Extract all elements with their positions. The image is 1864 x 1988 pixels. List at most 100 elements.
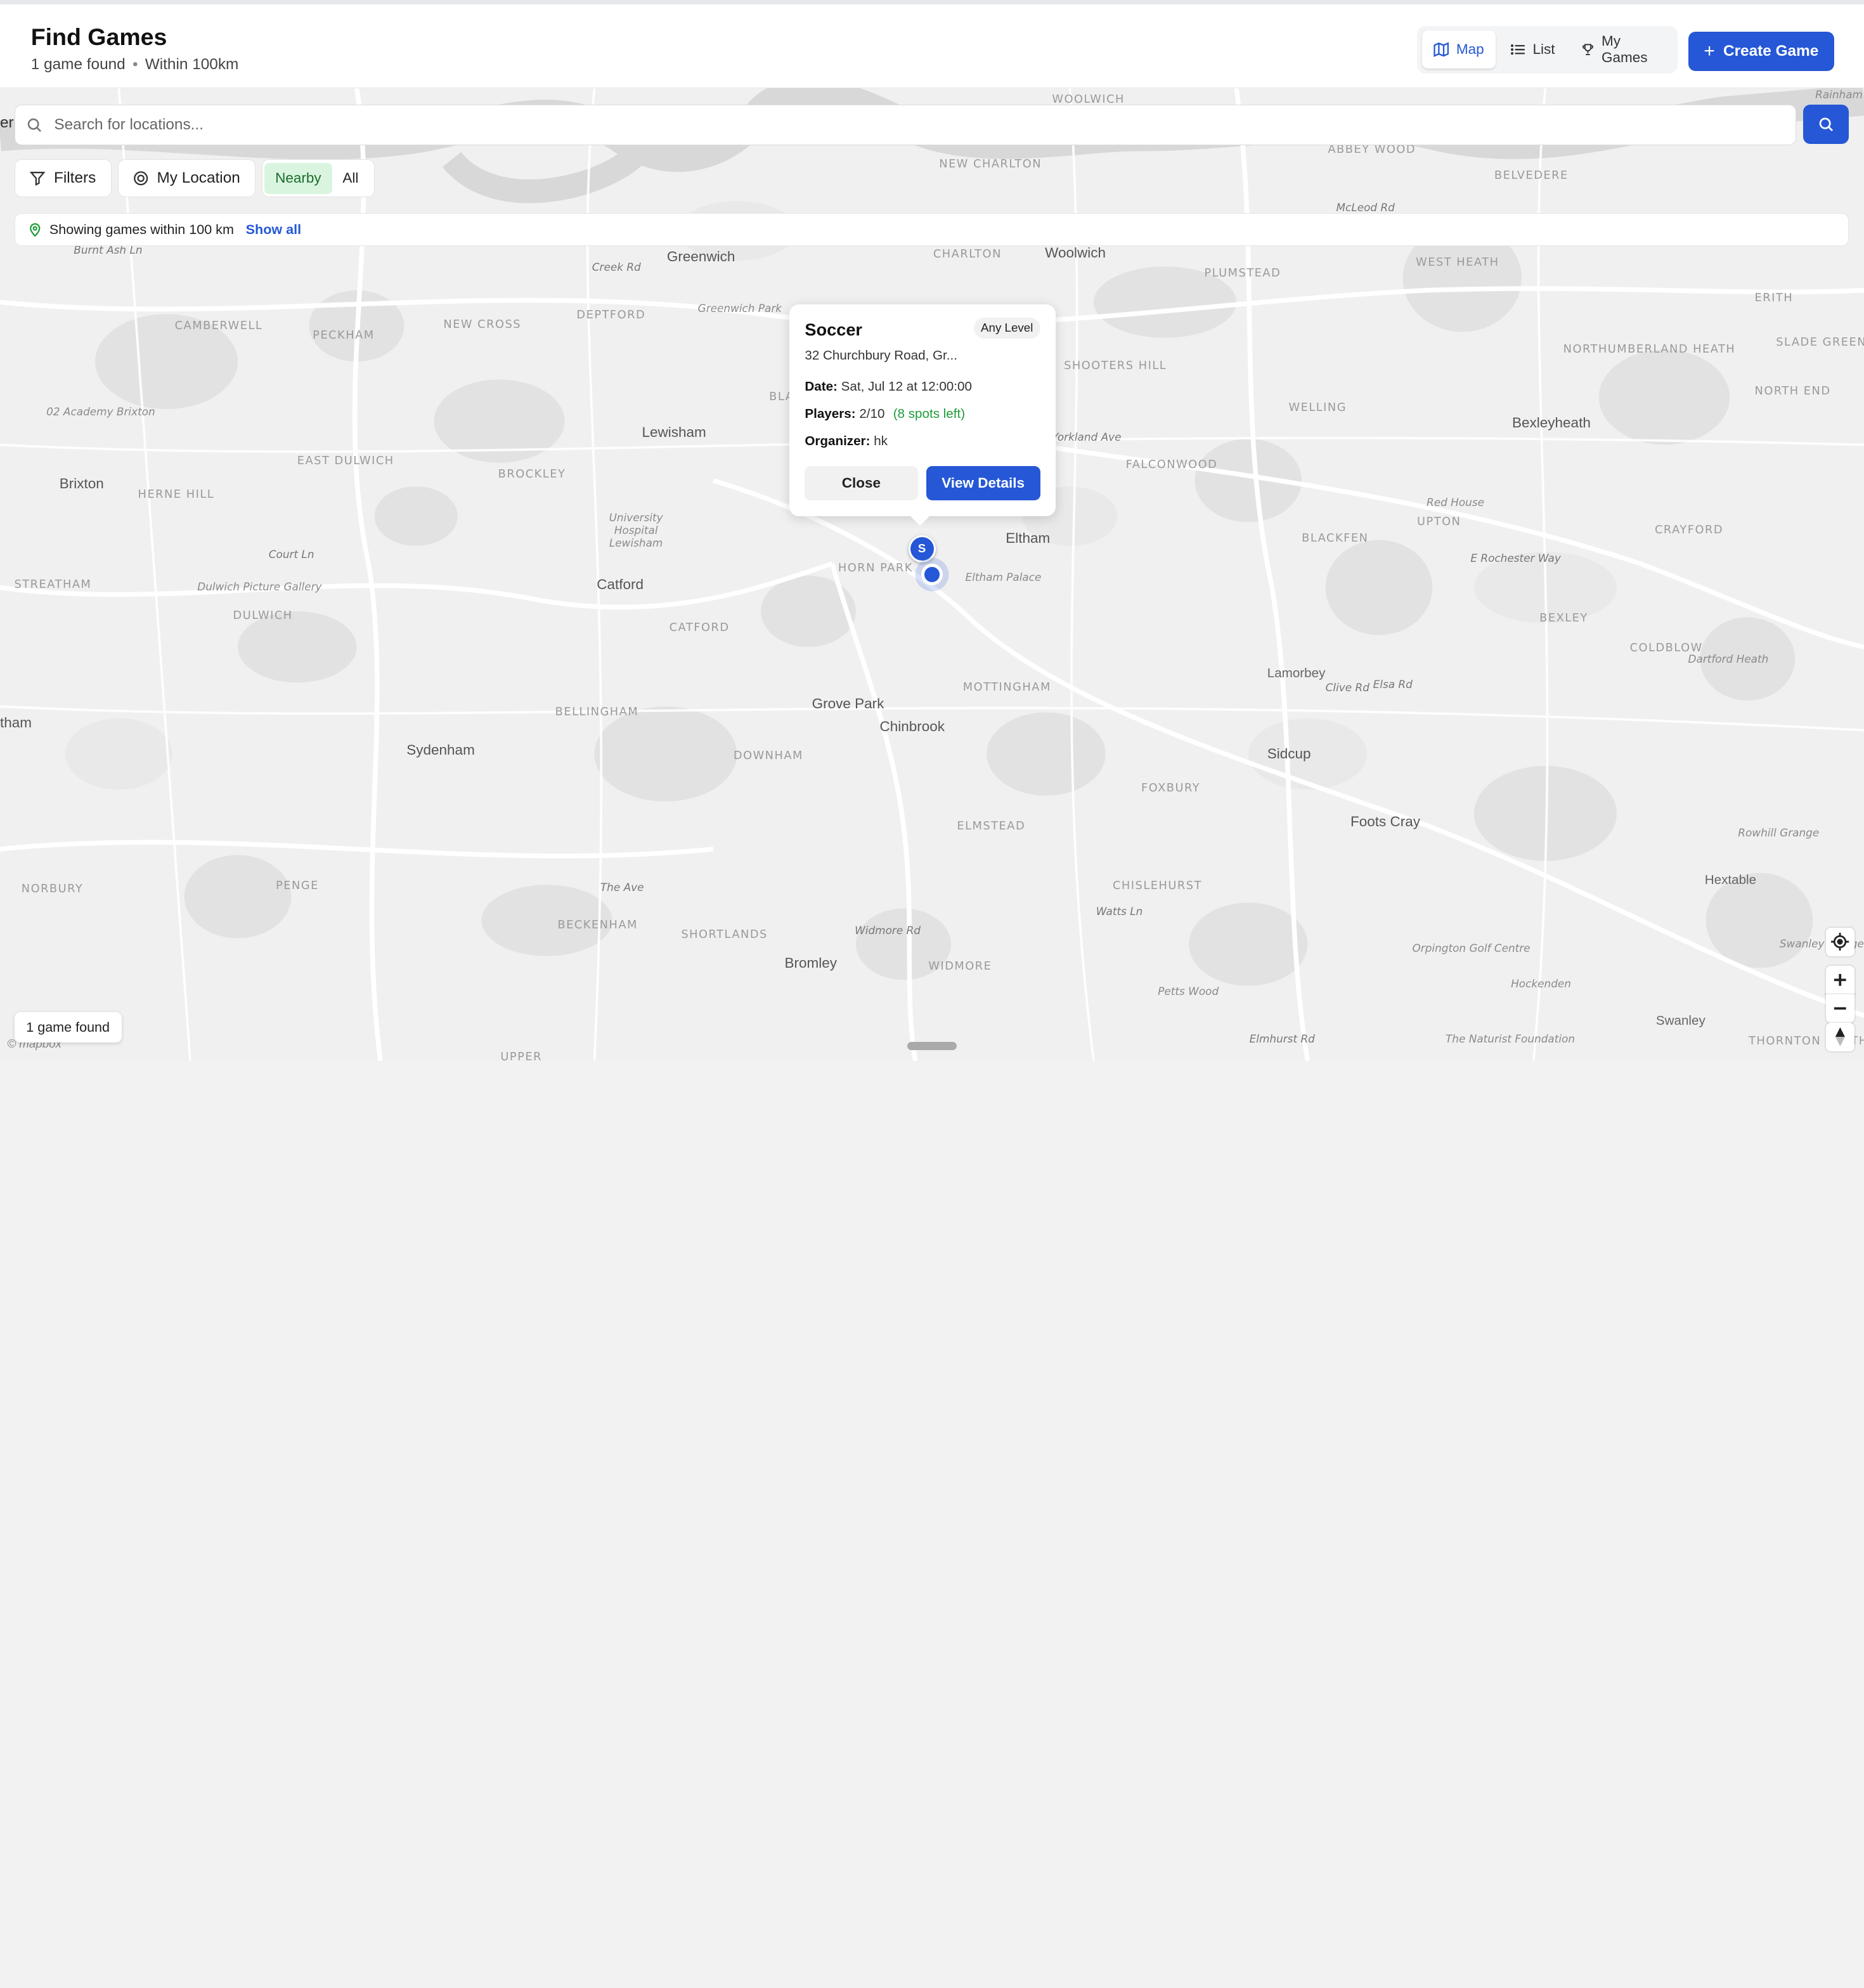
map-label-area: BROCKLEY [498, 467, 566, 481]
results-count-badge: 1 game found [14, 1011, 122, 1043]
page-header: Find Games 1 game found • Within 100km M… [0, 0, 1864, 88]
search-input[interactable] [54, 115, 1719, 134]
list-icon [1510, 44, 1525, 55]
map-label-area: PENGE [276, 878, 319, 892]
map-label-area: CHARLTON [933, 247, 1002, 261]
map-label-town: Chinbrook [879, 718, 945, 734]
game-marker[interactable]: S [908, 535, 936, 562]
list-view-button[interactable]: List [1498, 30, 1567, 68]
filter-icon [30, 171, 46, 186]
map-label-town: Sydenham [406, 742, 475, 758]
popup-players-row: Players: 2/10 (8 spots left) [805, 406, 965, 422]
close-button[interactable]: Close [805, 466, 918, 501]
app-root: Greenwich Woolwich Lewisham Bexleyheath … [0, 0, 1864, 1061]
my-games-button[interactable]: My Games [1569, 30, 1673, 68]
results-count: 1 game found [30, 55, 126, 73]
my-games-label: My Games [1601, 33, 1648, 66]
map-label-area: HERNE HILL [138, 487, 215, 501]
show-all-link[interactable]: Show all [246, 221, 301, 238]
search-icon [1819, 117, 1833, 131]
map-label-area: ERITH [1754, 291, 1794, 305]
map-label-place: Greenwich Park [697, 302, 782, 315]
map-label-area: CATFORD [669, 620, 730, 634]
zoom-out-button[interactable] [1826, 994, 1854, 1023]
map-label-area: SHOOTERS HILL [1064, 359, 1167, 373]
map-label-area: DOWNHAM [733, 749, 803, 763]
map-label-area: NORBURY [21, 882, 84, 896]
target-icon [134, 171, 148, 186]
zoom-in-button[interactable] [1826, 965, 1854, 994]
map-label-road: The Ave [600, 881, 644, 894]
compass-button[interactable] [1826, 1022, 1854, 1051]
map-label-area: BLACKFEN [1302, 531, 1369, 545]
geolocate-button[interactable] [1826, 927, 1854, 956]
map-label-town: Lewisham [642, 424, 706, 441]
map-label-area: WEST HEATH [1416, 256, 1499, 270]
all-toggle[interactable]: All [332, 163, 370, 194]
date-label: Date: [805, 379, 838, 394]
nearby-toggle[interactable]: Nearby [264, 162, 332, 194]
map-label-road: Court Ln [268, 548, 314, 561]
search-icon [28, 118, 42, 132]
radius-text: Within 100km [145, 55, 239, 73]
map-label-area: WELLING [1288, 400, 1347, 414]
map-label-road: Watts Ln [1096, 904, 1143, 918]
create-game-label: Create Game [1723, 42, 1819, 60]
map-label-place: Lamorbey [1267, 666, 1326, 680]
page-title: Find Games [30, 23, 167, 50]
map-label-area: ELMSTEAD [957, 819, 1026, 833]
map-view-button[interactable]: Map [1421, 30, 1496, 69]
map-label-area: NEW CROSS [443, 317, 522, 331]
map-label-road: Elsa Rd [1373, 677, 1413, 691]
filters-label: Filters [53, 169, 96, 187]
my-location-label: My Location [157, 169, 240, 187]
map-icon [1434, 42, 1449, 57]
map-label-area: EAST DULWICH [297, 454, 394, 468]
search-button[interactable] [1803, 105, 1849, 144]
map-label-area: STREATHAM [14, 578, 92, 592]
view-details-button[interactable]: View Details [926, 466, 1040, 501]
user-location-marker [921, 563, 943, 585]
clipped-label: er [0, 114, 14, 131]
map-label-area: NORTHUMBERLAND HEATH [1563, 342, 1736, 356]
date-value: Sat, Jul 12 at 12:00:00 [841, 379, 972, 394]
popup-title: Soccer [805, 320, 863, 340]
map-label-place: Hockenden [1511, 977, 1571, 991]
map-label-area: CRAYFORD [1655, 523, 1724, 536]
create-game-button[interactable]: + Create Game [1688, 32, 1835, 71]
map-label-place: Dartford Heath [1688, 653, 1769, 666]
filters-button[interactable]: Filters [14, 159, 112, 198]
compass-icon [1835, 1027, 1845, 1046]
search-bar [14, 105, 1797, 145]
map-label-area: SHORTLANDS [681, 927, 768, 941]
players-value: 2/10 [859, 406, 885, 422]
radius-banner-text: Showing games within 100 km [49, 221, 234, 237]
map-label-place: 02 Academy Brixton [46, 405, 155, 419]
plus-icon: + [1704, 41, 1715, 62]
map-label-town: Woolwich [1045, 245, 1106, 261]
map-label-town: Foots Cray [1350, 813, 1421, 829]
map-label-area: BEXLEY [1539, 611, 1588, 625]
map-label-place: Red House [1427, 495, 1484, 509]
my-location-button[interactable]: My Location [117, 159, 256, 198]
map-label-area: BECKENHAM [557, 918, 638, 932]
map-label-place: The Naturist Foundation [1446, 1032, 1576, 1045]
map-label-place: Hextable [1704, 873, 1757, 888]
map-label-road: Elmhurst Rd [1249, 1032, 1315, 1045]
popup-address: 32 Churchbury Road, Gr... [805, 348, 957, 363]
map-label-area: FOXBURY [1141, 781, 1201, 795]
radius-banner: Showing games within 100 km Show all [14, 212, 1849, 247]
map-view-label: Map [1456, 41, 1484, 58]
map-label-area: WIDMORE [928, 959, 992, 973]
map-label-road: Widmore Rd [855, 923, 921, 937]
scope-toggle: Nearby All [261, 159, 375, 198]
map-label-area: MOTTINGHAM [962, 680, 1051, 694]
map-label-town: Catford [597, 576, 644, 593]
map-label-road: McLeod Rd [1336, 200, 1395, 214]
map-label-town: Bromley [784, 954, 838, 971]
trophy-icon [1582, 44, 1593, 56]
players-label: Players: [805, 406, 856, 422]
game-popup: Soccer Any Level 32 Churchbury Road, Gr.… [789, 304, 1056, 526]
popup-organizer-row: Organizer: hk [805, 434, 888, 449]
map-pin-icon [30, 223, 41, 237]
